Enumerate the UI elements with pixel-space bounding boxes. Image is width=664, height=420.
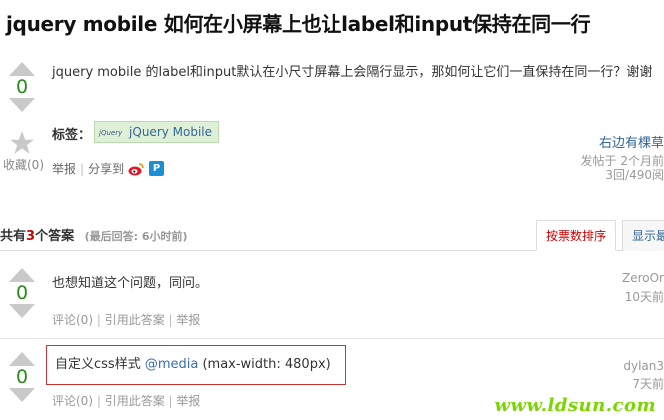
vote-down-icon[interactable] <box>9 98 35 112</box>
answer-time: 10天前 <box>624 290 664 304</box>
last-reply: (最后回答: 6小时前) <box>84 230 188 243</box>
tag-label: jQuery Mobile <box>129 125 213 139</box>
answer-text: 自定义css样式 <box>55 357 145 372</box>
divider: | <box>80 161 85 176</box>
answer-actions: 评论(0) | 引用此答案 | 举报 <box>52 392 200 409</box>
answers-prefix: 共有 <box>0 229 27 244</box>
answer-vote: 0 <box>6 268 38 318</box>
vote-up-icon[interactable] <box>9 268 35 282</box>
quote-link[interactable]: 引用此答案 <box>105 394 165 408</box>
jquery-logo-icon: jQuery <box>99 128 123 137</box>
answers-suffix: 个答案 <box>35 229 75 244</box>
vote-count: 0 <box>15 76 29 98</box>
answer-text: (max-width: 480px) <box>198 357 331 372</box>
question-vote: 0 <box>6 62 38 112</box>
tab-sort-other[interactable]: 显示最 <box>622 220 664 251</box>
question-body: jquery mobile 的label和input默认在小尺寸屏幕上会隔行显示… <box>52 65 653 80</box>
report-link[interactable]: 举报 <box>176 313 200 327</box>
vote-up-icon[interactable] <box>9 352 35 366</box>
vote-up-icon[interactable] <box>9 62 35 76</box>
divider <box>0 338 664 339</box>
divider: | <box>96 394 101 408</box>
vote-down-icon[interactable] <box>9 304 35 318</box>
divider: | <box>168 313 173 327</box>
answer-time: 7天前 <box>632 377 664 391</box>
question-author[interactable]: 右边有棵草 <box>599 132 664 151</box>
share-p-icon[interactable]: P <box>149 161 165 176</box>
site-watermark: www.ldsun.com <box>494 395 656 416</box>
answers-header: 共有3个答案 (最后回答: 6小时前) <box>0 225 188 244</box>
vote-count: 0 <box>15 366 29 388</box>
page-title: jquery mobile 如何在小屏幕上也让label和input保持在同一行 <box>6 12 591 36</box>
answers-count: 3 <box>26 229 36 244</box>
report-link[interactable]: 举报 <box>176 394 200 408</box>
tag-jquery-mobile[interactable]: jQuery jQuery Mobile <box>94 121 220 143</box>
vote-down-icon[interactable] <box>9 388 35 402</box>
answer-author[interactable]: ZeroOr <box>622 271 664 285</box>
divider: | <box>96 313 101 327</box>
favorite-count[interactable]: 收藏(0) <box>3 156 44 173</box>
comment-link[interactable]: 评论(0) <box>52 313 93 327</box>
answer-text: 也想知道这个问题，同问。 <box>52 276 209 291</box>
comment-link[interactable]: 评论(0) <box>52 394 93 408</box>
report-link[interactable]: 举报 <box>52 160 76 177</box>
tags-label: 标签： <box>52 128 92 143</box>
vote-count: 0 <box>15 282 29 304</box>
answer-actions: 评论(0) | 引用此答案 | 举报 <box>52 311 200 328</box>
answer-author[interactable]: dylan3 <box>623 359 664 373</box>
answer-text-highlight: 自定义css样式 @media (max-width: 480px) <box>46 345 346 385</box>
share-label: 分享到 <box>88 162 125 176</box>
divider: | <box>168 394 173 408</box>
star-icon[interactable] <box>8 130 36 156</box>
answer-vote: 0 <box>6 352 38 402</box>
media-keyword: @media <box>144 357 199 372</box>
question-actions: 举报 | 分享到 P <box>52 160 165 177</box>
question-stats: 3回/490阅 <box>605 168 664 182</box>
quote-link[interactable]: 引用此答案 <box>105 313 165 327</box>
tab-sort-votes[interactable]: 按票数排序 <box>536 220 617 251</box>
weibo-icon[interactable] <box>128 162 145 176</box>
